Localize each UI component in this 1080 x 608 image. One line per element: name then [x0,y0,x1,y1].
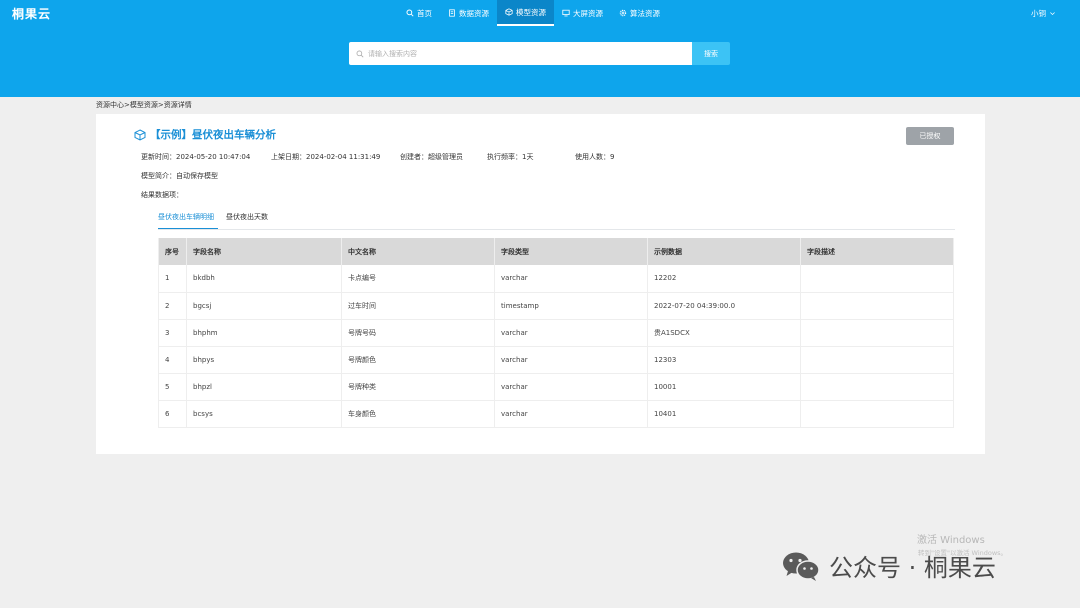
cell: 卡点编号 [341,265,495,293]
cell: 号牌颜色 [341,346,495,374]
update-time: 更新时间：2024-05-20 10:47:04 [141,153,251,161]
meta-row: 更新时间：2024-05-20 10:47:04 上架日期：2024-02-04… [141,152,614,162]
table-row: 1 bkdbh 卡点编号 varchar 12202 [158,265,954,293]
title-row: 【示例】昼伏夜出车辆分析 [134,127,276,142]
publish-date: 上架日期：2024-02-04 11:31:49 [271,153,381,161]
gear-icon [619,9,627,17]
nav-screen-label: 大屏资源 [573,8,603,18]
cell: bhpzl [186,373,342,401]
cell: 10401 [647,400,801,428]
creator: 创建者：超级管理员 [400,153,463,161]
cell: bhphm [186,319,342,347]
table-row: 3 bhphm 号牌号码 varchar 贵A1SDCX [158,319,954,347]
cube-icon [134,128,146,141]
wechat-watermark: 公众号 · 桐果云 [781,548,996,583]
cell: varchar [494,265,648,293]
table-header-row: 序号 字段名称 中文名称 字段类型 示例数据 字段描述 [158,238,954,265]
cell: varchar [494,400,648,428]
col-description: 字段描述 [800,238,954,265]
cell: varchar [494,346,648,374]
search-bar: 搜索 [349,42,730,65]
breadcrumb: 资源中心>模型资源>资源详情 [96,101,192,109]
cell [800,265,954,293]
table-row: 6 bcsys 车身颜色 varchar 10401 [158,400,954,428]
user-count: 使用人数：9 [575,153,615,161]
tab-vehicle-detail[interactable]: 昼伏夜出车辆明细 [158,212,218,229]
cell: 号牌种类 [341,373,495,401]
cell: bcsys [186,400,342,428]
cell: varchar [494,373,648,401]
search-icon [406,9,414,17]
col-index: 序号 [158,238,187,265]
nav-model-label: 模型资源 [516,7,546,17]
logo[interactable]: 桐果云 [12,5,51,22]
page-title: 【示例】昼伏夜出车辆分析 [150,129,276,141]
table-row: 2 bgcsj 过车时间 timestamp 2022-07-20 04:39:… [158,292,954,320]
col-field-name: 字段名称 [186,238,342,265]
cell: 12202 [647,265,801,293]
cell [800,346,954,374]
cell: 车身颜色 [341,400,495,428]
top-header: 桐果云 首页 数据资源 模型资源 大屏资源 算法资源 小铜 请输入搜索内容 搜索 [0,0,1080,97]
cell: timestamp [494,292,648,320]
cell [800,400,954,428]
cell: 3 [158,319,187,347]
wechat-account-name: 公众号 · 桐果云 [829,554,996,582]
cell: 4 [158,346,187,374]
cell: bgcsj [186,292,342,320]
frequency: 执行频率：1天 [487,153,534,161]
tab-bar: 昼伏夜出车辆明细 昼伏夜出天数 [158,212,955,230]
table-row: 4 bhpys 号牌颜色 varchar 12303 [158,346,954,374]
authorized-button[interactable]: 已授权 [906,127,954,145]
col-chinese-name: 中文名称 [341,238,495,265]
result-items-label: 结果数据项： [141,191,183,199]
monitor-icon [562,9,570,17]
cell: 12303 [647,346,801,374]
cell [800,292,954,320]
nav-screen-resources[interactable]: 大屏资源 [554,0,611,26]
search-box [349,42,692,65]
cell: 贵A1SDCX [647,319,801,347]
cell: 号牌号码 [341,319,495,347]
cell: 10001 [647,373,801,401]
cell: bkdbh [186,265,342,293]
cell: bhpys [186,346,342,374]
cell: varchar [494,319,648,347]
table-row: 5 bhpzl 号牌种类 varchar 10001 [158,373,954,401]
nav-data-resources[interactable]: 数据资源 [440,0,497,26]
cell: 5 [158,373,187,401]
tab-days[interactable]: 昼伏夜出天数 [226,212,272,229]
cell [800,319,954,347]
chevron-down-icon [1050,12,1055,16]
nav-algorithm-resources[interactable]: 算法资源 [611,0,668,26]
cube-icon [505,8,513,16]
cell [800,373,954,401]
main-nav: 首页 数据资源 模型资源 大屏资源 算法资源 [398,0,668,26]
search-button[interactable]: 搜索 [692,42,730,65]
nav-home-label: 首页 [417,8,432,18]
document-icon [449,9,455,17]
cell: 2022-07-20 04:39:00.0 [647,292,801,320]
detail-panel: 【示例】昼伏夜出车辆分析 已授权 更新时间：2024-05-20 10:47:0… [96,114,985,454]
col-field-type: 字段类型 [494,238,648,265]
model-intro: 模型简介：自动保存模型 [141,172,218,180]
col-sample-data: 示例数据 [647,238,801,265]
search-icon [356,50,364,57]
nav-model-resources[interactable]: 模型资源 [497,0,554,26]
cell: 2 [158,292,187,320]
nav-home[interactable]: 首页 [398,0,440,26]
windows-activation-title: 激活 Windows [917,535,985,546]
user-name: 小铜 [1031,9,1046,18]
nav-algorithm-label: 算法资源 [630,8,660,18]
nav-data-label: 数据资源 [459,8,489,18]
cell: 过车时间 [341,292,495,320]
search-input[interactable] [368,49,678,58]
wechat-icon [783,552,820,581]
user-menu[interactable]: 小铜 [1031,8,1056,19]
field-table: 序号 字段名称 中文名称 字段类型 示例数据 字段描述 1 bkdbh 卡点编号… [158,238,954,428]
cell: 1 [158,265,187,293]
cell: 6 [158,400,187,428]
